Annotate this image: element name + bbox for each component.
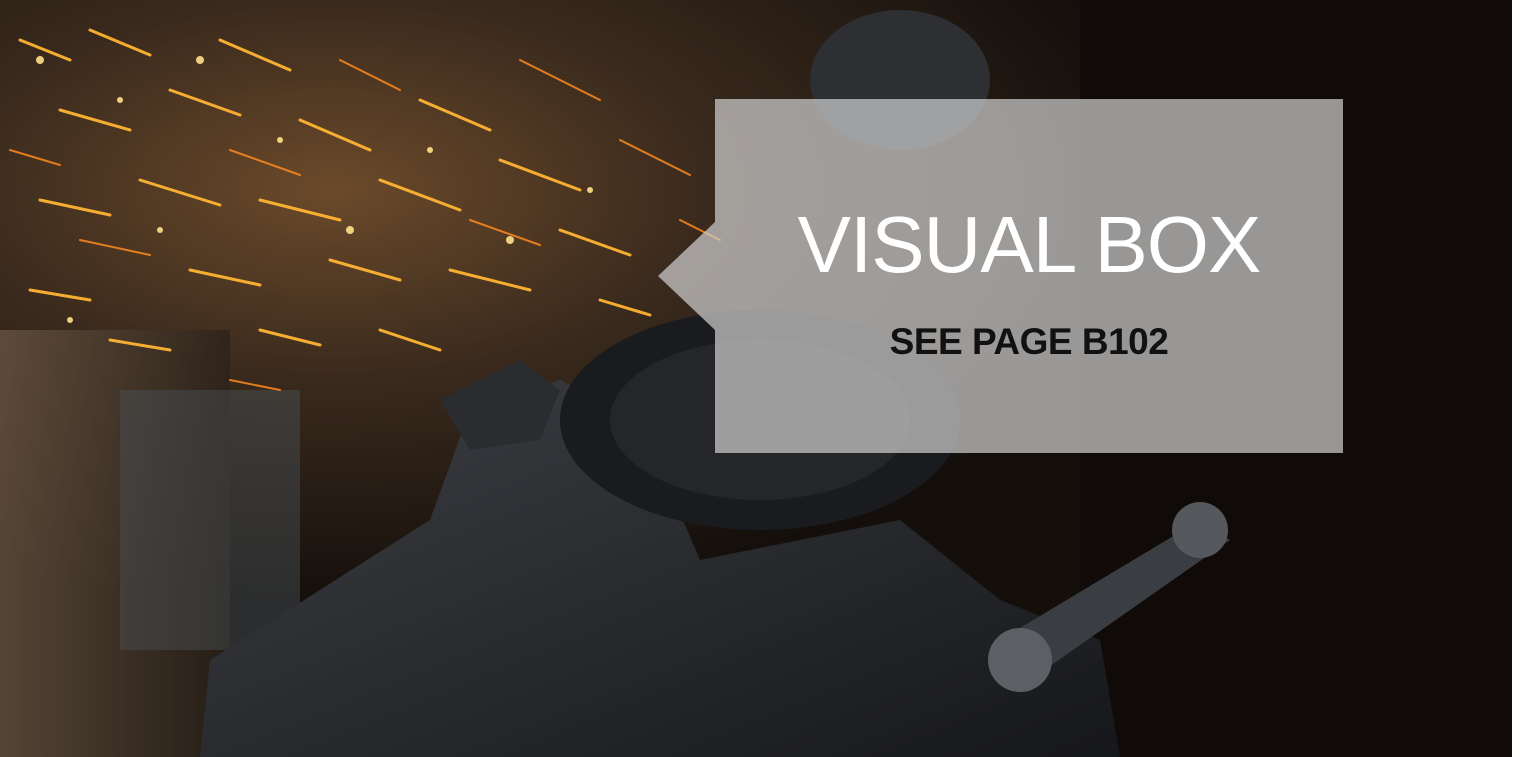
pointer-arrow-icon xyxy=(658,222,715,330)
right-margin xyxy=(1512,0,1520,757)
see-page-link[interactable]: SEE PAGE B102 xyxy=(890,318,1169,366)
visual-box-title-wrap: VISUAL BOX xyxy=(715,200,1343,290)
visual-box-banner: VISUAL BOX SEE PAGE B102 xyxy=(0,0,1512,757)
visual-box-title: VISUAL BOX xyxy=(797,200,1262,289)
visual-box-subtitle-wrap: SEE PAGE B102 xyxy=(715,318,1343,366)
